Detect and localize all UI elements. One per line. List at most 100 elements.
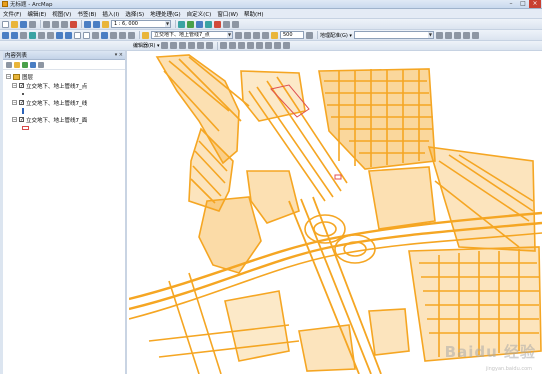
zoom-out-icon[interactable] xyxy=(11,31,18,39)
list-by-visibility-icon[interactable] xyxy=(22,61,28,68)
copy-icon[interactable] xyxy=(52,20,59,28)
collapse-icon[interactable]: − xyxy=(6,74,11,79)
arctoolbox-icon[interactable] xyxy=(214,20,221,28)
menu-edit[interactable]: 编辑(E) xyxy=(27,10,46,18)
identify-icon[interactable] xyxy=(101,31,108,39)
georef-tool-icon[interactable] xyxy=(235,31,242,39)
trace-icon[interactable] xyxy=(197,42,205,49)
menu-customize[interactable]: 自定义(C) xyxy=(187,10,212,18)
editor-toolbar-icon[interactable] xyxy=(178,20,185,28)
map-display[interactable]: Baidu 经验 jingyan.baidu.com xyxy=(129,51,542,374)
options-icon[interactable] xyxy=(38,61,44,68)
editor-menu[interactable]: 编辑器(R) ▾ xyxy=(133,42,159,49)
georef-tool2-icon[interactable] xyxy=(244,31,251,39)
point-symbol[interactable] xyxy=(22,90,122,98)
cut-polygons-icon[interactable] xyxy=(238,42,246,49)
measure-icon[interactable] xyxy=(119,31,126,39)
layers-root[interactable]: − 图层 xyxy=(6,72,122,81)
find-icon[interactable] xyxy=(110,31,117,39)
collapse-icon[interactable]: − xyxy=(12,117,17,122)
catalog-icon[interactable] xyxy=(196,20,203,28)
fixed-zoom-in-icon[interactable] xyxy=(38,31,45,39)
search-icon[interactable] xyxy=(205,20,212,28)
georef-rotate-icon[interactable] xyxy=(435,31,443,39)
sketch-properties-icon[interactable] xyxy=(274,42,282,49)
menu-view[interactable]: 视图(V) xyxy=(52,10,71,18)
edit-vertices-icon[interactable] xyxy=(220,42,228,49)
line-symbol[interactable] xyxy=(22,107,122,115)
python-icon[interactable] xyxy=(223,20,230,28)
cut-icon[interactable] xyxy=(43,20,50,28)
hyperlink-icon[interactable] xyxy=(128,31,135,39)
delete-icon[interactable] xyxy=(70,20,77,28)
rotate-icon[interactable] xyxy=(256,42,264,49)
layer-visibility-checkbox[interactable]: ✓ xyxy=(19,83,24,89)
layer-visibility-checkbox[interactable]: ✓ xyxy=(19,100,24,106)
menu-insert[interactable]: 插入(I) xyxy=(102,10,119,18)
menu-selection[interactable]: 选择(S) xyxy=(125,10,144,18)
georeferencing-menu[interactable]: 地理配准(G) ▾ xyxy=(320,32,352,39)
georef-layer-combo[interactable]: ▼ xyxy=(353,31,434,39)
redo-icon[interactable] xyxy=(93,20,100,28)
end-point-arc-icon[interactable] xyxy=(188,42,196,49)
save-icon[interactable] xyxy=(20,20,27,28)
list-by-drawing-order-icon[interactable] xyxy=(6,61,12,68)
collapse-icon[interactable]: − xyxy=(12,83,17,88)
georef-tool3-icon[interactable] xyxy=(253,31,260,39)
georef-scale-icon[interactable] xyxy=(453,31,461,39)
forward-icon[interactable] xyxy=(65,31,72,39)
list-by-selection-icon[interactable] xyxy=(30,61,36,68)
menu-windows[interactable]: 窗口(W) xyxy=(217,10,238,18)
menu-file[interactable]: 文件(F) xyxy=(3,10,21,18)
pan-icon[interactable] xyxy=(20,31,27,39)
add-data-icon[interactable] xyxy=(102,20,109,28)
clear-selection-icon[interactable] xyxy=(83,31,90,39)
undo-icon[interactable] xyxy=(84,20,91,28)
edit-annotation-icon[interactable] xyxy=(170,42,178,49)
paste-icon[interactable] xyxy=(61,20,68,28)
attributes-icon[interactable] xyxy=(265,42,273,49)
map-canvas[interactable] xyxy=(129,51,542,374)
full-extent-icon[interactable] xyxy=(29,31,36,39)
toc-layer-point[interactable]: − ✓ 立交地下、地上管线7_点 xyxy=(12,81,122,90)
collapse-icon[interactable]: − xyxy=(12,100,17,105)
minimize-button[interactable]: – xyxy=(505,0,517,8)
table-of-contents-icon[interactable] xyxy=(187,20,194,28)
close-button[interactable]: × xyxy=(529,0,541,8)
georef-tool4-icon[interactable] xyxy=(262,31,269,39)
list-by-source-icon[interactable] xyxy=(14,61,20,68)
value-combo[interactable]: 500 xyxy=(280,31,304,39)
split-icon[interactable] xyxy=(247,42,255,49)
settings-icon[interactable] xyxy=(306,31,313,39)
menu-help[interactable]: 帮助(H) xyxy=(244,10,263,18)
georef-link-icon[interactable] xyxy=(462,31,470,39)
select-elements-icon[interactable] xyxy=(92,31,99,39)
layer-combo[interactable]: 立交地下、地上管线7_点 ▼ xyxy=(151,31,233,39)
straight-segment-icon[interactable] xyxy=(179,42,187,49)
georef-table-icon[interactable] xyxy=(471,31,479,39)
new-document-icon[interactable] xyxy=(2,20,9,28)
create-features-icon[interactable] xyxy=(283,42,291,49)
toc-window-buttons[interactable]: ▾ × xyxy=(115,52,123,58)
edit-tool-icon[interactable] xyxy=(161,42,169,49)
layer-visibility-checkbox[interactable]: ✓ xyxy=(19,117,24,123)
menu-geoprocessing[interactable]: 地理处理(G) xyxy=(150,10,181,18)
maximize-button[interactable]: □ xyxy=(517,0,529,8)
zoom-in-icon[interactable] xyxy=(2,31,9,39)
reshape-icon[interactable] xyxy=(229,42,237,49)
point-icon[interactable] xyxy=(206,42,214,49)
toc-layer-polygon[interactable]: − ✓ 立交地下、地上管线7_面 xyxy=(12,115,122,124)
print-icon[interactable] xyxy=(29,20,36,28)
polygon-symbol[interactable] xyxy=(22,124,122,132)
model-builder-icon[interactable] xyxy=(232,20,239,28)
fixed-zoom-out-icon[interactable] xyxy=(47,31,54,39)
georef-shift-icon[interactable] xyxy=(444,31,452,39)
scale-combo[interactable]: 1 : 6, 000 ▼ xyxy=(111,20,171,28)
back-icon[interactable] xyxy=(56,31,63,39)
toc-layer-line[interactable]: − ✓ 立交地下、地上管线7_线 xyxy=(12,98,122,107)
open-icon[interactable] xyxy=(11,20,18,28)
cache-icon[interactable] xyxy=(271,31,278,39)
menu-bookmarks[interactable]: 书签(B) xyxy=(77,10,96,18)
select-features-icon[interactable] xyxy=(74,31,81,39)
toc-title: 内容列表 xyxy=(5,53,28,59)
